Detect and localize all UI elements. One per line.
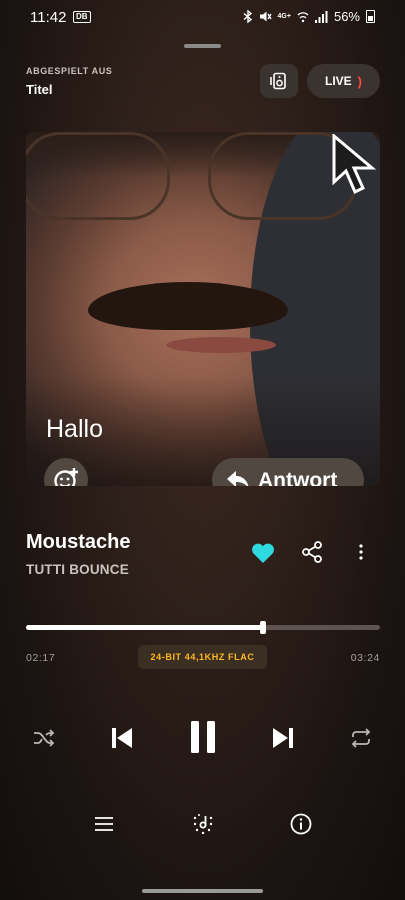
repeat-icon: [351, 728, 371, 748]
status-indicators: 4G+ 56%: [243, 9, 375, 24]
progress-fill: [26, 625, 264, 630]
add-reaction-icon: [54, 468, 78, 486]
elapsed-time: 02:17: [26, 652, 56, 664]
cursor-arrow-icon: [332, 134, 376, 195]
home-indicator[interactable]: [142, 889, 263, 893]
speaker-device-icon: [270, 72, 286, 90]
playing-from-label: ABGESPIELT AUS: [26, 66, 113, 76]
share-icon: [302, 541, 322, 563]
next-button[interactable]: [267, 722, 299, 754]
heart-filled-icon: [252, 543, 274, 563]
deezer-flow-icon: [193, 814, 213, 835]
live-label: LIVE: [324, 74, 352, 88]
status-bar: 11:42 DB 4G+ 56%: [0, 0, 405, 34]
more-vertical-icon: [359, 544, 363, 560]
pause-icon: [191, 721, 215, 753]
progress-thumb[interactable]: [260, 621, 267, 634]
previous-button[interactable]: [106, 722, 138, 754]
track-title[interactable]: Moustache: [26, 531, 130, 554]
bluetooth-icon: [243, 10, 252, 23]
info-button[interactable]: [287, 810, 315, 838]
battery-percent: 56%: [333, 9, 360, 24]
cast-device-button[interactable]: [260, 64, 298, 98]
progress-slider[interactable]: [26, 621, 380, 634]
cell-signal-icon: [314, 10, 328, 23]
shuffle-button[interactable]: [28, 724, 60, 752]
status-time: 11:42: [30, 9, 67, 26]
cover-lips: [166, 337, 276, 353]
status-badge: DB: [73, 11, 91, 23]
cover-art[interactable]: Hallo Antwort: [26, 132, 380, 486]
cover-glasses-left: [26, 132, 170, 220]
battery-icon: [366, 10, 375, 23]
skip-next-icon: [273, 728, 293, 748]
network-type: 4G+: [277, 13, 291, 20]
queue-button[interactable]: [91, 811, 117, 837]
live-button[interactable]: LIVE ): [307, 64, 380, 98]
cover-overlay-text: Hallo: [46, 415, 103, 443]
shuffle-icon: [34, 729, 55, 747]
info-icon: [290, 813, 312, 835]
audio-quality-badge[interactable]: 24-BIT 44,1KHZ FLAC: [138, 645, 267, 669]
skip-previous-icon: [112, 728, 132, 748]
flow-button[interactable]: [189, 810, 217, 838]
live-broadcast-icon: ): [357, 73, 362, 89]
queue-list-icon: [95, 817, 113, 831]
more-options-button[interactable]: [350, 540, 372, 566]
sheet-grabber[interactable]: [184, 44, 221, 48]
mute-icon: [259, 11, 272, 22]
share-button[interactable]: [300, 540, 326, 566]
pause-button[interactable]: [184, 718, 222, 756]
favorite-button[interactable]: [251, 543, 277, 565]
wifi-signal-icon: [297, 11, 309, 22]
reply-button[interactable]: Antwort: [212, 458, 364, 486]
playing-from-value[interactable]: Titel: [26, 82, 53, 97]
track-artist[interactable]: TUTTI BOUNCE: [26, 562, 129, 577]
reply-label: Antwort: [258, 469, 338, 486]
reply-arrow-icon: [227, 471, 249, 486]
total-time: 03:24: [350, 652, 380, 664]
repeat-button[interactable]: [345, 724, 377, 752]
